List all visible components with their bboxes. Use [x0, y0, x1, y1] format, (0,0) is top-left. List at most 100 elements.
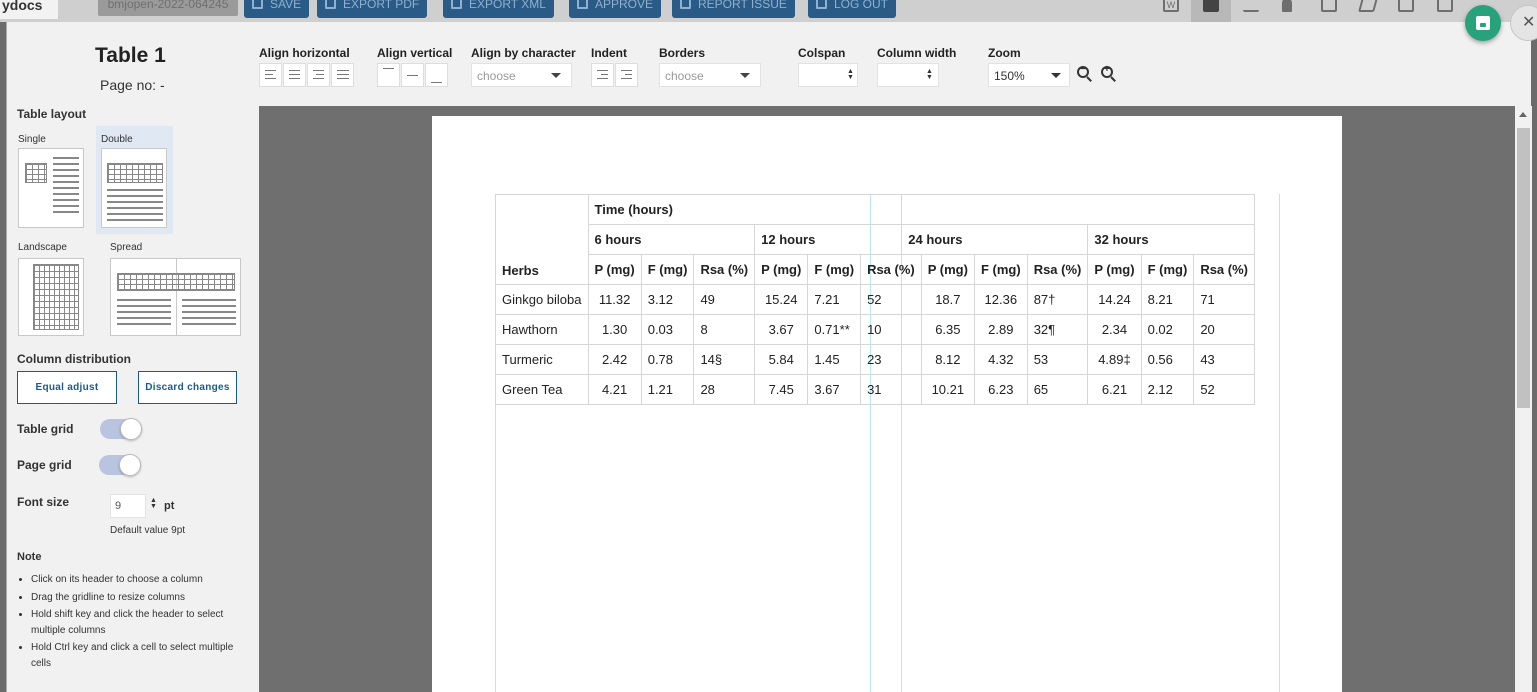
- align-center-button[interactable]: [283, 63, 306, 87]
- value-cell[interactable]: 5.84: [754, 344, 809, 375]
- herb-cell[interactable]: Ginkgo biloba: [495, 284, 589, 315]
- value-cell[interactable]: 12.36: [973, 284, 1028, 315]
- align-left-button[interactable]: [259, 63, 282, 87]
- value-cell[interactable]: 10.21: [920, 374, 975, 405]
- value-cell[interactable]: 8.12: [920, 344, 975, 375]
- floating-save-button[interactable]: [1465, 5, 1501, 41]
- align-bottom-button[interactable]: [425, 63, 448, 87]
- value-cell[interactable]: 15.24: [754, 284, 809, 315]
- data-table[interactable]: Herbs Time (hours) 6 hours 12 hours 24 h…: [495, 194, 1255, 405]
- document-icon[interactable]: [1321, 0, 1337, 12]
- value-cell[interactable]: 6.23: [973, 374, 1028, 405]
- align-right-button[interactable]: [307, 63, 330, 87]
- value-cell[interactable]: 0.03: [640, 314, 695, 345]
- sub-header[interactable]: Rsa (%): [1026, 254, 1089, 285]
- align-top-button[interactable]: [377, 63, 400, 87]
- value-cell[interactable]: 4.32: [973, 344, 1028, 375]
- zoom-out-icon[interactable]: −: [1077, 64, 1093, 82]
- value-cell[interactable]: 8.21: [1140, 284, 1195, 315]
- herb-cell[interactable]: Green Tea: [495, 374, 589, 405]
- empty-cell[interactable]: [901, 344, 922, 375]
- value-cell[interactable]: 6.21: [1087, 374, 1142, 405]
- sub-header[interactable]: F (mg): [973, 254, 1028, 285]
- column-width-stepper[interactable]: ▲ ▼: [926, 68, 933, 81]
- layout-single-option[interactable]: [18, 148, 84, 228]
- herbs-header[interactable]: Herbs: [495, 194, 589, 285]
- value-cell[interactable]: 20: [1193, 314, 1255, 345]
- value-cell[interactable]: 6.35: [920, 314, 975, 345]
- zoom-select[interactable]: 150%: [988, 63, 1070, 87]
- value-cell[interactable]: 53: [1026, 344, 1089, 375]
- colspan-input[interactable]: ▲ ▼: [798, 63, 858, 87]
- time-group-header[interactable]: 6 hours: [587, 224, 756, 255]
- export-pdf-button[interactable]: EXPORT PDF: [317, 0, 428, 18]
- font-size-input[interactable]: 9: [110, 494, 146, 518]
- discard-changes-button[interactable]: Discard changes: [138, 371, 237, 404]
- scroll-up-arrow[interactable]: [1519, 112, 1527, 117]
- book-icon[interactable]: [1358, 0, 1378, 12]
- export-xml-button[interactable]: EXPORT XML: [443, 0, 554, 18]
- value-cell[interactable]: 52: [1193, 374, 1255, 405]
- value-cell[interactable]: 4.89‡: [1087, 344, 1142, 375]
- value-cell[interactable]: 52: [860, 284, 903, 315]
- value-cell[interactable]: 0.56: [1140, 344, 1195, 375]
- sub-header[interactable]: P (mg): [1087, 254, 1142, 285]
- empty-cell[interactable]: [901, 284, 922, 315]
- value-cell[interactable]: 43: [1193, 344, 1255, 375]
- layout-landscape-option[interactable]: [18, 258, 84, 336]
- align-justify-button[interactable]: [331, 63, 354, 87]
- empty-cell[interactable]: [901, 374, 922, 405]
- time-group-header[interactable]: 12 hours: [754, 224, 903, 255]
- time-group-header[interactable]: 32 hours: [1087, 224, 1255, 255]
- time-group-header[interactable]: 24 hours: [901, 224, 1089, 255]
- font-size-stepper[interactable]: ▲ ▼: [150, 497, 157, 510]
- table-icon[interactable]: [1437, 0, 1453, 12]
- empty-header-cell[interactable]: [901, 194, 1255, 225]
- value-cell[interactable]: 2.12: [1140, 374, 1195, 405]
- value-cell[interactable]: 1.30: [587, 314, 642, 345]
- pages-icon[interactable]: [1203, 0, 1219, 12]
- colspan-stepper[interactable]: ▲ ▼: [847, 68, 854, 81]
- herb-cell[interactable]: Turmeric: [495, 344, 589, 375]
- value-cell[interactable]: 23: [860, 344, 903, 375]
- value-cell[interactable]: 2.89: [973, 314, 1028, 345]
- value-cell[interactable]: 3.67: [807, 374, 862, 405]
- indent-increase-button[interactable]: [591, 63, 614, 87]
- value-cell[interactable]: 1.45: [807, 344, 862, 375]
- align-character-select[interactable]: choose: [471, 63, 572, 87]
- value-cell[interactable]: 0.78: [640, 344, 695, 375]
- sub-header[interactable]: P (mg): [587, 254, 642, 285]
- sub-header[interactable]: P (mg): [754, 254, 809, 285]
- value-cell[interactable]: 32¶: [1026, 314, 1089, 345]
- bell-icon[interactable]: [1282, 0, 1292, 12]
- herb-cell[interactable]: Hawthorn: [495, 314, 589, 345]
- sub-header[interactable]: Rsa (%): [693, 254, 756, 285]
- value-cell[interactable]: 31: [860, 374, 903, 405]
- approve-button[interactable]: APPROVE: [569, 0, 662, 18]
- vertical-scrollbar[interactable]: [1515, 106, 1532, 692]
- zoom-in-icon[interactable]: +: [1101, 64, 1117, 82]
- sub-header[interactable]: F (mg): [1140, 254, 1195, 285]
- value-cell[interactable]: 71: [1193, 284, 1255, 315]
- empty-cell[interactable]: [901, 314, 922, 345]
- layout-spread-option[interactable]: [110, 258, 241, 336]
- equal-adjust-button[interactable]: Equal adjust: [17, 371, 117, 404]
- save-button[interactable]: SAVE: [244, 0, 310, 18]
- report-issue-button[interactable]: REPORT ISSUE: [672, 0, 795, 18]
- sub-header[interactable]: Rsa (%): [860, 254, 922, 285]
- value-cell[interactable]: 8: [693, 314, 756, 345]
- value-cell[interactable]: 2.34: [1087, 314, 1142, 345]
- page-grid-toggle[interactable]: [99, 454, 141, 476]
- borders-select[interactable]: choose: [659, 63, 761, 87]
- column-width-input[interactable]: ▲ ▼: [877, 63, 939, 87]
- value-cell[interactable]: 14.24: [1087, 284, 1142, 315]
- time-hours-header[interactable]: Time (hours): [587, 194, 903, 225]
- value-cell[interactable]: 10: [860, 314, 903, 345]
- value-cell[interactable]: 3.67: [754, 314, 809, 345]
- value-cell[interactable]: 18.7: [920, 284, 975, 315]
- value-cell[interactable]: 0.02: [1140, 314, 1195, 345]
- value-cell[interactable]: 49: [693, 284, 756, 315]
- value-cell[interactable]: 4.21: [587, 374, 642, 405]
- table-grid-toggle[interactable]: [100, 418, 142, 440]
- indent-decrease-button[interactable]: [615, 63, 638, 87]
